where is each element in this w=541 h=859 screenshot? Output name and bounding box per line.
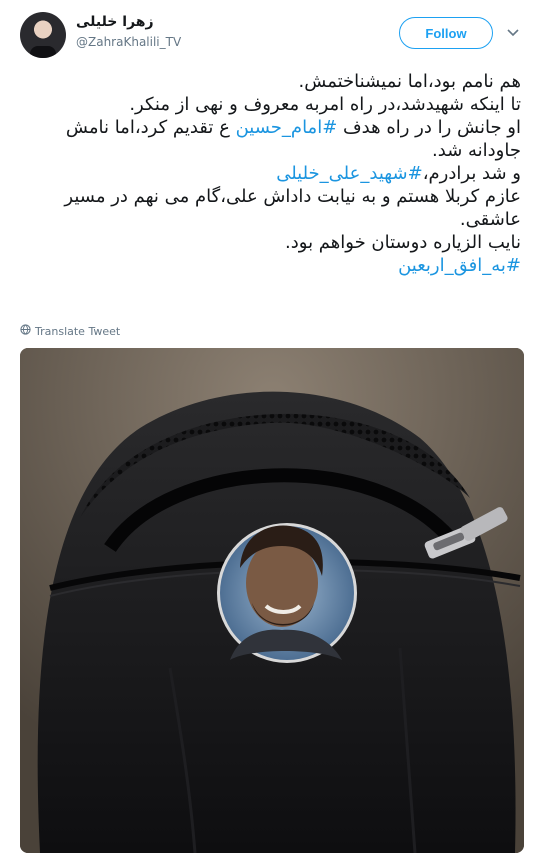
tweet-text-fragment: او جانش را در راه هدف [337, 117, 521, 138]
tweet-header: زهرا خلیلی @ZahraKhalili_TV Follow [0, 0, 541, 68]
chevron-down-icon[interactable] [506, 26, 520, 40]
hashtag-link[interactable]: #شهید_علی_خلیلی [276, 163, 423, 184]
follow-button[interactable]: Follow [399, 17, 493, 49]
author-display-name[interactable]: زهرا خلیلی [76, 14, 154, 30]
tweet-line: جاودانه شد. [432, 140, 521, 161]
tweet-line: #به_افق_اربعین [20, 254, 521, 277]
tweet-line: عازم کربلا هستم و به نیابت داداش علی،گام… [64, 186, 521, 207]
tweet-line: و شد برادرم،#شهید_علی_خلیلی [20, 162, 521, 185]
tweet-text-fragment: ع تقدیم کرد،اما نامش [65, 117, 236, 138]
globe-icon [20, 324, 31, 338]
tweet-line: عاشقی. [459, 209, 521, 230]
tweet-line: تا اینکه شهیدشد،در راه امربه معروف و نهی… [129, 94, 521, 115]
translate-label: Translate Tweet [35, 324, 121, 338]
tweet-photo[interactable] [20, 348, 524, 853]
hashtag-link[interactable]: #امام_حسین [236, 117, 338, 138]
tweet-text-fragment: و شد برادرم، [422, 163, 521, 184]
hashtag-link[interactable]: #به_افق_اربعین [398, 255, 521, 276]
tweet-line: هم نامم بود،اما نمیشناختمش. [298, 71, 521, 92]
tweet-text: هم نامم بود،اما نمیشناختمش. تا اینکه شهی… [20, 70, 521, 277]
tweet-line: او جانش را در راه هدف #امام_حسین ع تقدیم… [20, 116, 521, 139]
tweet-line: نایب الزیاره دوستان خواهم بود. [285, 232, 521, 253]
translate-tweet-link[interactable]: Translate Tweet [20, 324, 120, 338]
backpack-photo [20, 348, 524, 853]
author-handle[interactable]: @ZahraKhalili_TV [76, 35, 181, 49]
avatar[interactable] [20, 12, 66, 58]
